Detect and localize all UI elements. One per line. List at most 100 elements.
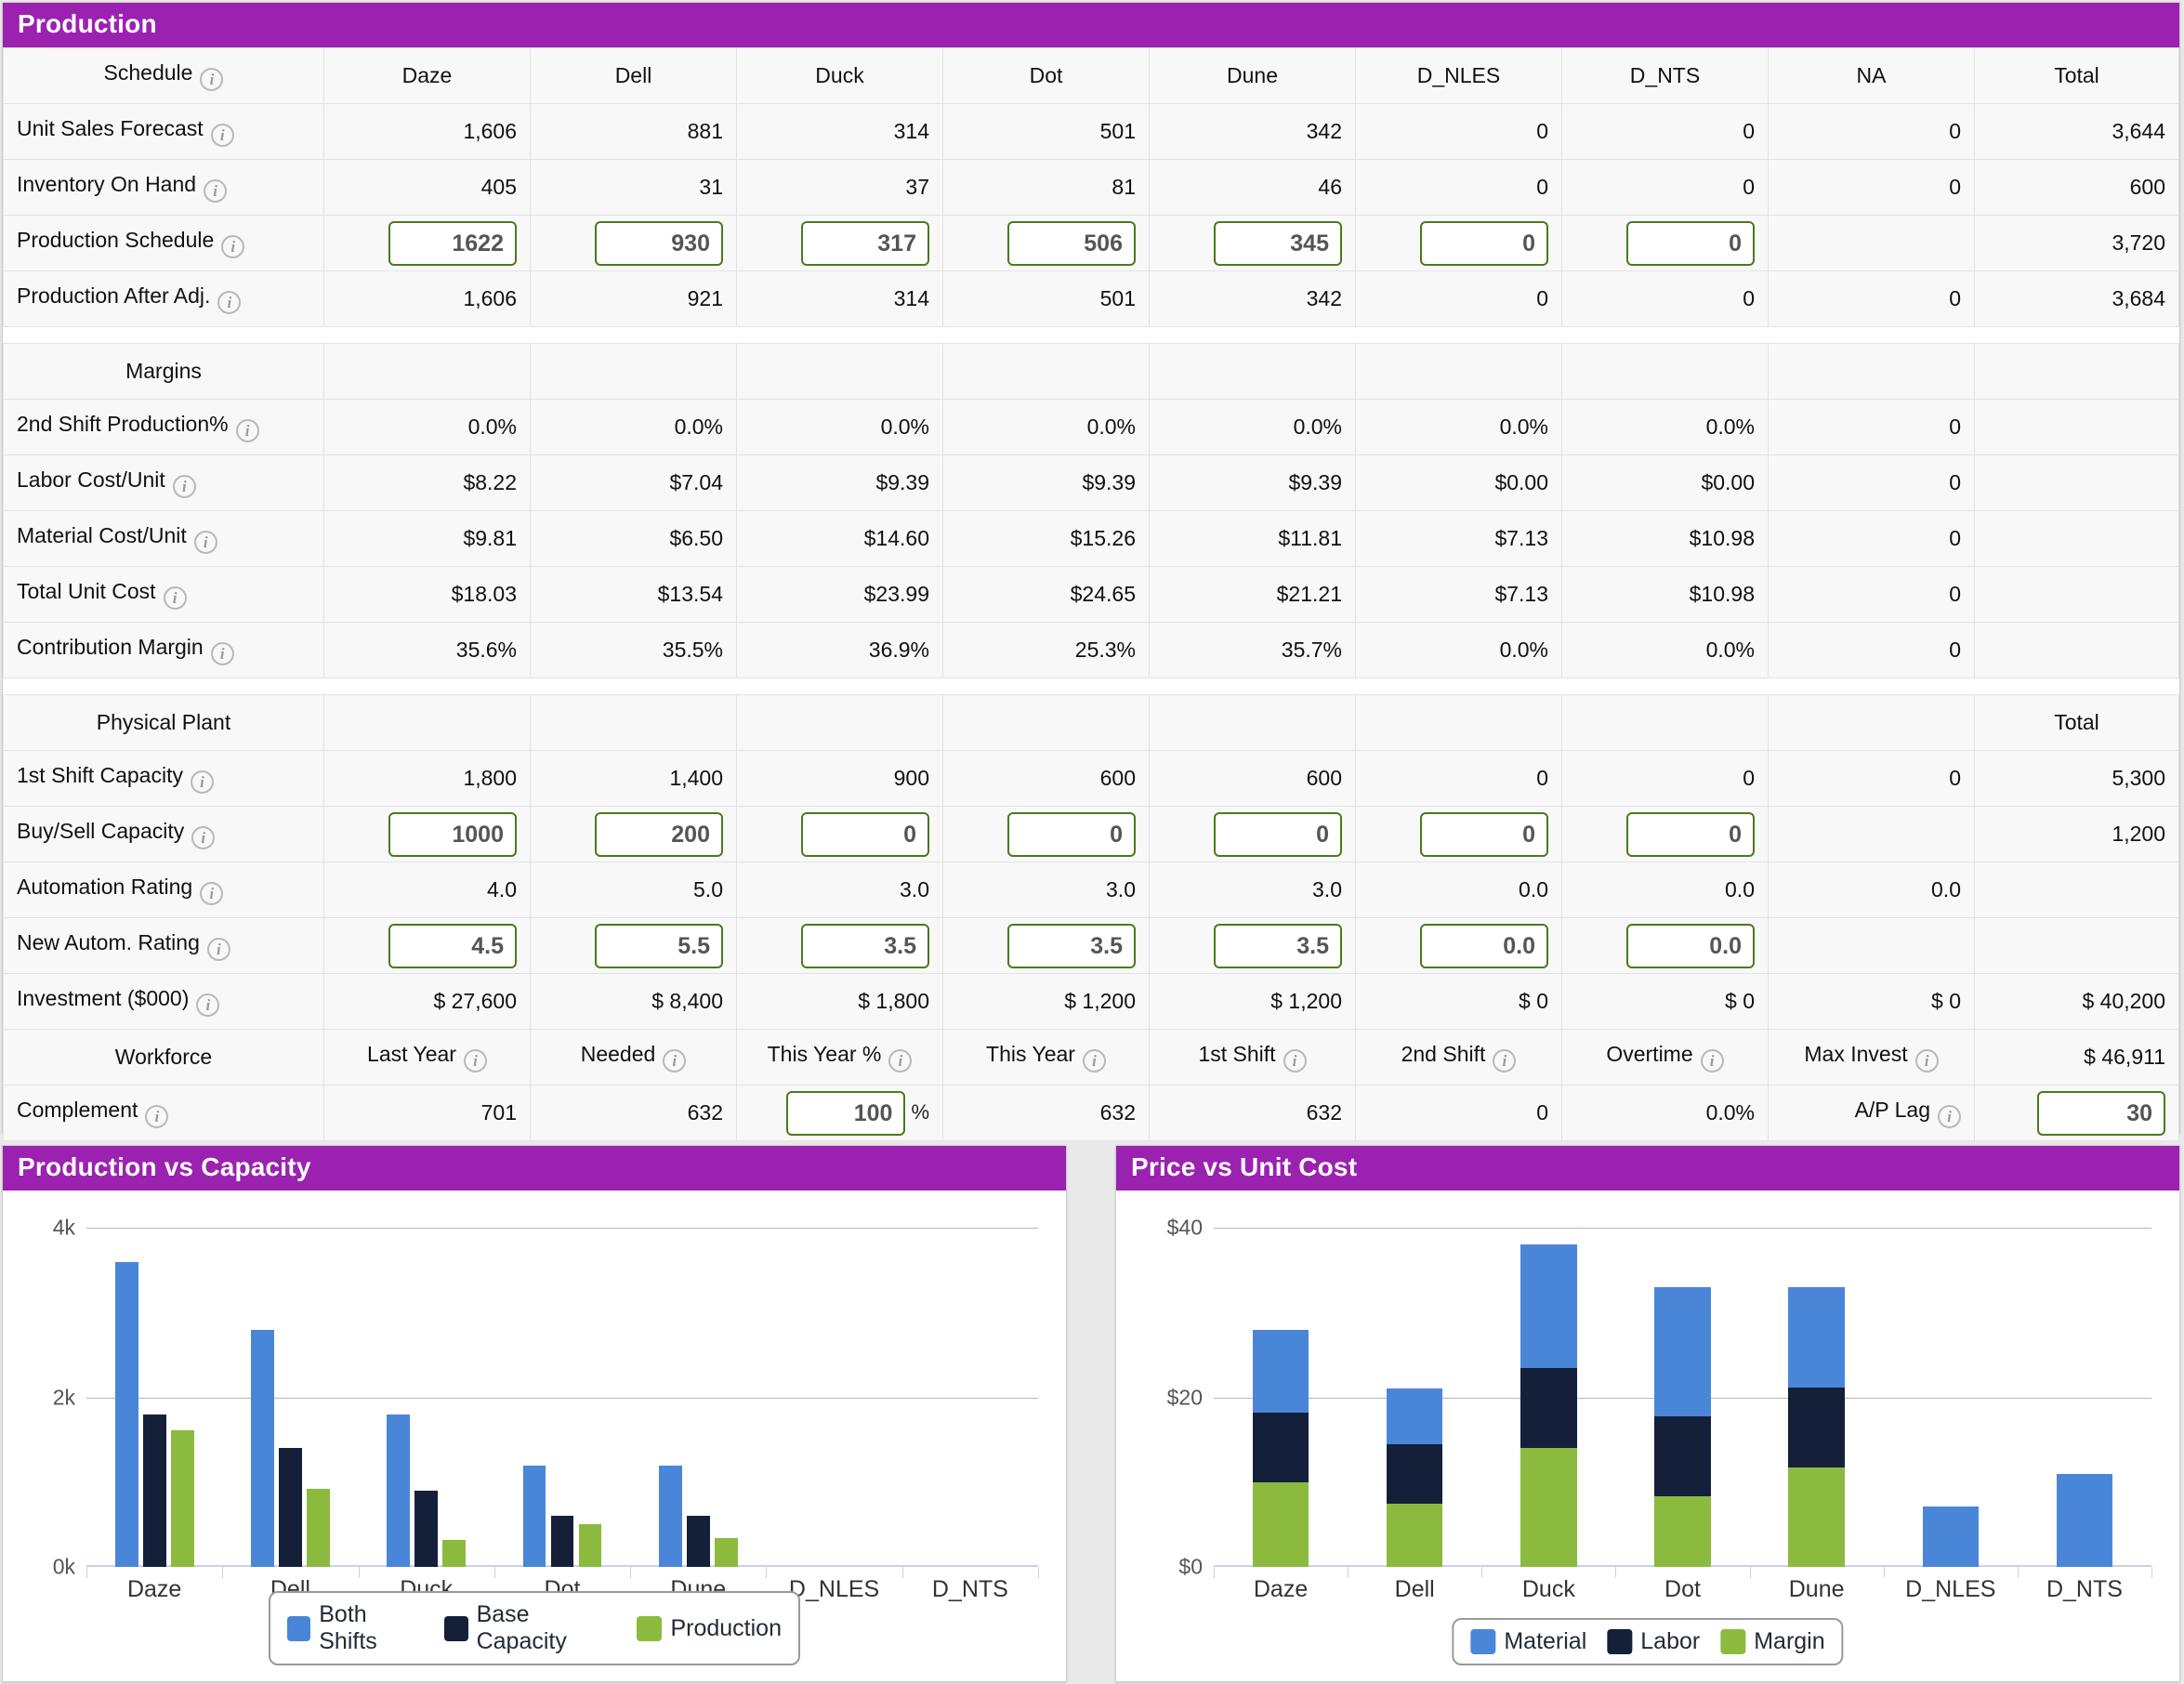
value-input[interactable]: 0 [1420,812,1548,857]
this-year-pct-cell[interactable]: 100% [737,1085,943,1141]
cell-value: 0 [1356,271,1562,327]
cell-value: 25.3% [943,623,1150,678]
info-icon[interactable]: i [663,1049,686,1072]
cell-value: $ 1,200 [943,974,1150,1030]
value-input[interactable]: 0 [1420,221,1548,266]
cell-input[interactable]: 0 [737,807,943,862]
workforce-header: Workforce [4,1030,324,1085]
info-icon[interactable]: i [204,179,227,203]
value-input[interactable]: 506 [1007,221,1136,266]
info-icon[interactable]: i [1915,1049,1939,1072]
x-axis-tick [359,1567,360,1578]
legend-item-margin[interactable]: Margin [1720,1628,1824,1655]
cell-input[interactable]: 317 [737,216,943,271]
cell-input[interactable]: 0.0 [1562,918,1769,974]
legend-item-both-shifts[interactable]: Both Shifts [287,1601,424,1655]
legend-item-base-capacity[interactable]: Base Capacity [444,1601,616,1655]
x-axis-label: D_NLES [1905,1576,1995,1603]
cell-value: 1,400 [531,751,737,807]
value-input[interactable]: 0 [1214,812,1342,857]
cell-input[interactable]: 200 [531,807,737,862]
ap-lag-input[interactable]: 30 [2037,1091,2165,1136]
ap-lag-cell[interactable]: 30 [1975,1085,2179,1141]
x-axis-label: Daze [1254,1576,1308,1603]
info-icon[interactable]: i [194,531,217,554]
info-icon[interactable]: i [200,68,223,91]
info-icon[interactable]: i [191,770,214,794]
info-icon[interactable]: i [236,419,259,442]
info-icon[interactable]: i [217,291,241,314]
cell-value: $ 40,200 [1975,974,2179,1030]
info-icon[interactable]: i [1701,1049,1724,1072]
cell-input[interactable]: 345 [1150,216,1356,271]
cell-input[interactable]: 0.0 [1356,918,1562,974]
value-input[interactable]: 0 [801,812,929,857]
info-icon[interactable]: i [211,642,234,665]
table-row: Contribution Margini35.6%35.5%36.9%25.3%… [4,623,2179,678]
x-axis-tick [1750,1567,1751,1578]
legend-swatch [637,1616,662,1641]
cell-input[interactable]: 3.5 [737,918,943,974]
value-input[interactable]: 200 [595,812,723,857]
y-axis-tick-label: 4k [53,1216,86,1241]
cell-input[interactable]: 3.5 [1150,918,1356,974]
cell-value: 600 [1975,160,2179,216]
bar-group [1750,1228,1884,1567]
cell-input[interactable]: 0 [1356,807,1562,862]
info-icon[interactable]: i [200,882,223,905]
cell-input[interactable]: 1622 [324,216,531,271]
bar-group [2018,1228,2151,1567]
info-icon[interactable]: i [1493,1049,1516,1072]
value-input[interactable]: 0 [1626,221,1755,266]
row-label-text: Material Cost/Unit [17,523,187,547]
row-label: Production Schedulei [4,216,324,271]
value-input[interactable]: 3.5 [1007,924,1136,968]
cell-value: 0.0% [943,400,1150,455]
cell-input[interactable]: 0 [1562,216,1769,271]
legend-item-material[interactable]: Material [1470,1628,1586,1655]
info-icon[interactable]: i [207,938,230,961]
info-icon[interactable]: i [164,586,187,610]
legend-item-production[interactable]: Production [637,1615,782,1642]
value-input[interactable]: 0.0 [1420,924,1548,968]
cell-input[interactable]: 0 [1150,807,1356,862]
info-icon[interactable]: i [145,1105,168,1128]
value-input[interactable]: 317 [801,221,929,266]
value-input[interactable]: 4.5 [388,924,517,968]
info-icon[interactable]: i [196,993,219,1017]
value-input[interactable]: 0 [1007,812,1136,857]
cell-input[interactable]: 4.5 [324,918,531,974]
legend-item-labor[interactable]: Labor [1607,1628,1700,1655]
info-icon[interactable]: i [173,475,196,498]
info-icon[interactable]: i [221,235,244,258]
workforce-col-this-year: This Yeari [943,1030,1150,1085]
value-input[interactable]: 0 [1626,812,1755,857]
this-year-pct-input[interactable]: 100 [786,1091,905,1136]
table-header-row: ScheduleiDazeDellDuckDotDuneD_NLESD_NTSN… [4,48,2179,104]
y-axis-tick-label: 2k [53,1385,86,1410]
cell-input[interactable]: 506 [943,216,1150,271]
value-input[interactable]: 345 [1214,221,1342,266]
value-input[interactable]: 1622 [388,221,517,266]
cell-input[interactable]: 930 [531,216,737,271]
value-input[interactable]: 930 [595,221,723,266]
value-input[interactable]: 1000 [388,812,517,857]
value-input[interactable]: 0.0 [1626,924,1755,968]
info-icon[interactable]: i [191,826,215,849]
cell-input[interactable]: 3.5 [943,918,1150,974]
info-icon[interactable]: i [1083,1049,1106,1072]
info-icon[interactable]: i [1283,1049,1307,1072]
value-input[interactable]: 3.5 [801,924,929,968]
value-input[interactable]: 3.5 [1214,924,1342,968]
cell-input[interactable]: 0 [1562,807,1769,862]
value-input[interactable]: 5.5 [595,924,723,968]
info-icon[interactable]: i [1938,1105,1961,1128]
cell-input[interactable]: 5.5 [531,918,737,974]
cell-input[interactable]: 0 [1356,216,1562,271]
info-icon[interactable]: i [888,1049,912,1072]
physical-plant-header: Physical Plant [4,695,324,751]
cell-input[interactable]: 0 [943,807,1150,862]
info-icon[interactable]: i [464,1049,487,1072]
info-icon[interactable]: i [211,124,234,147]
cell-input[interactable]: 1000 [324,807,531,862]
